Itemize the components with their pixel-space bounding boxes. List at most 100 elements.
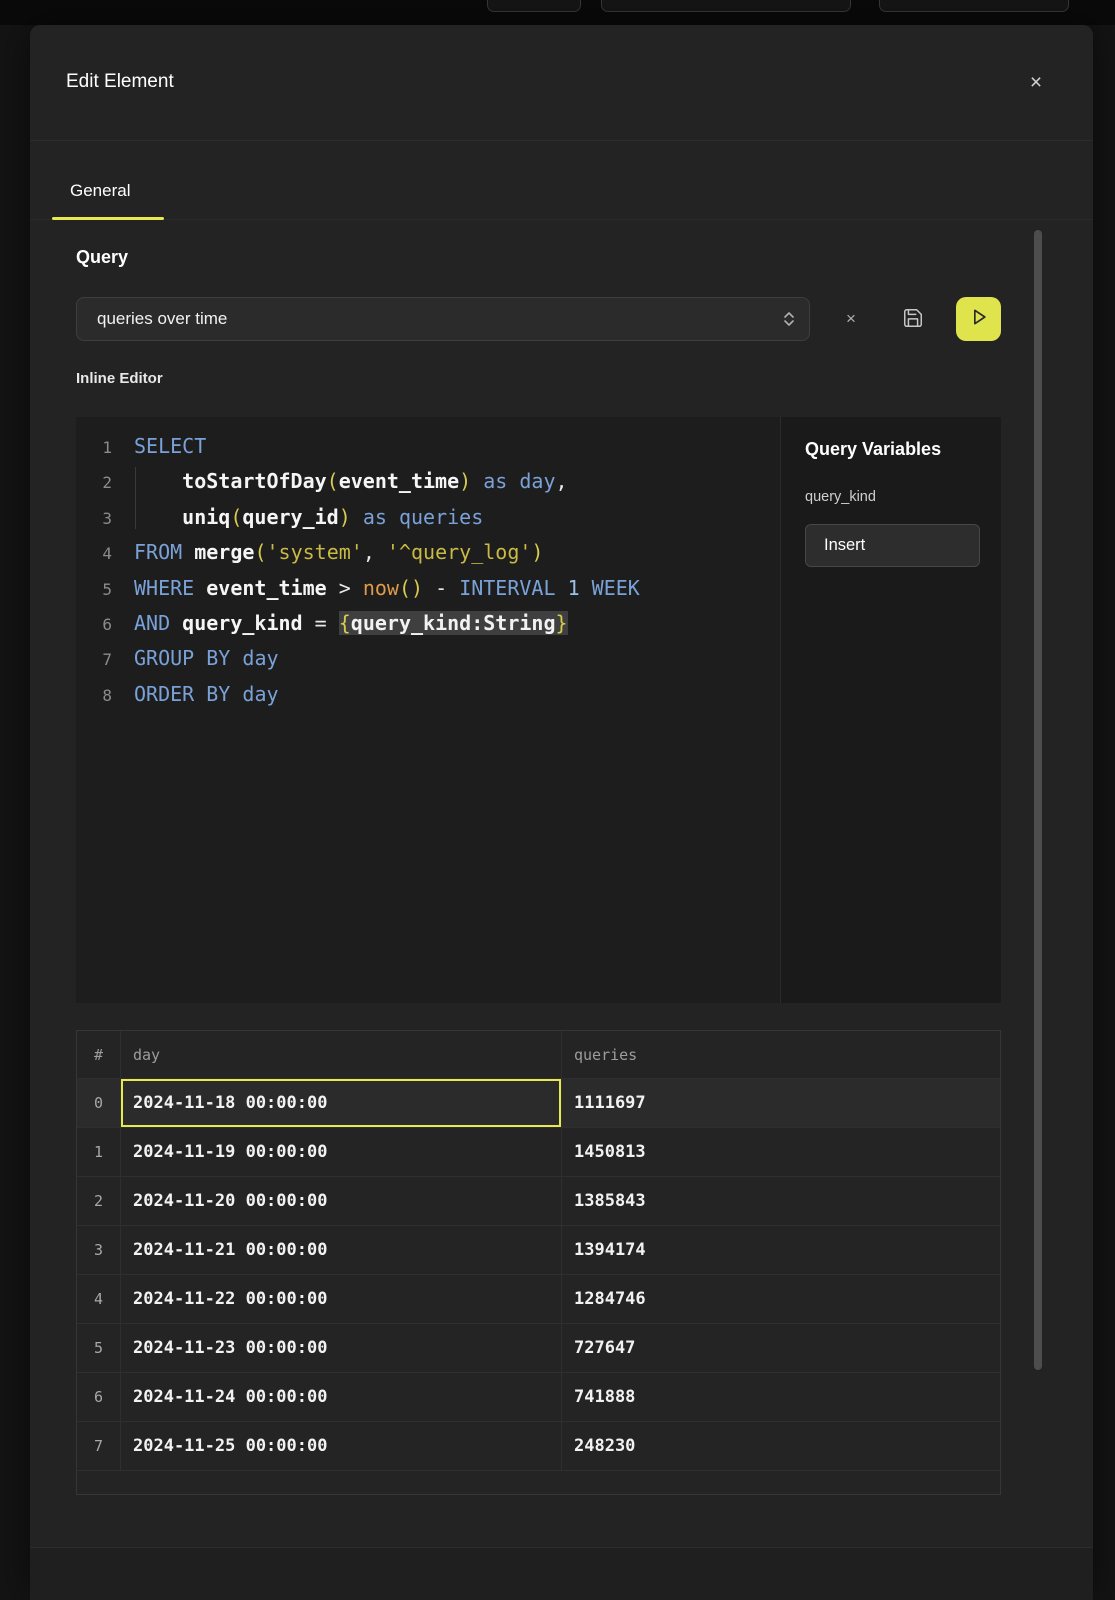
table-cell[interactable]: 741888 bbox=[562, 1373, 1000, 1421]
variable-name: query_kind bbox=[805, 489, 876, 505]
code-token: queries bbox=[399, 505, 483, 529]
modal-title: Edit Element bbox=[66, 71, 174, 93]
run-query-button[interactable] bbox=[956, 297, 1001, 341]
code-token: BY bbox=[206, 682, 230, 706]
code-token bbox=[194, 576, 206, 600]
table-cell[interactable]: 2024-11-19 00:00:00 bbox=[121, 1128, 562, 1176]
code-token: as bbox=[363, 505, 387, 529]
code-line[interactable]: 7GROUP BY day bbox=[76, 641, 780, 676]
table-cell[interactable]: 1385843 bbox=[562, 1177, 1000, 1225]
row-index-cell[interactable]: 0 bbox=[77, 1079, 121, 1127]
code-token: as bbox=[483, 469, 507, 493]
table-row[interactable]: 62024-11-24 00:00:00741888 bbox=[77, 1373, 1000, 1422]
table-cell[interactable]: 727647 bbox=[562, 1324, 1000, 1372]
row-index-cell[interactable]: 5 bbox=[77, 1324, 121, 1372]
inline-editor-label: Inline Editor bbox=[76, 370, 163, 387]
code-lines: 1SELECT2 toStartOfDay(event_time) as day… bbox=[76, 417, 780, 712]
code-line[interactable]: 6AND query_kind = {query_kind:String} bbox=[76, 606, 780, 641]
table-cell[interactable]: 1450813 bbox=[562, 1128, 1000, 1176]
code-token bbox=[327, 576, 339, 600]
chevron-up-down-icon bbox=[783, 310, 795, 333]
code-token: BY bbox=[206, 646, 230, 670]
screen: Edit Element × General Query queries ove… bbox=[0, 0, 1115, 1600]
table-cell[interactable]: 1111697 bbox=[562, 1079, 1000, 1127]
column-header: # bbox=[77, 1031, 121, 1078]
tab-general[interactable]: General bbox=[70, 181, 130, 201]
results-table-header: #dayqueries bbox=[77, 1031, 1000, 1079]
table-row[interactable]: 42024-11-22 00:00:001284746 bbox=[77, 1275, 1000, 1324]
table-row[interactable]: 22024-11-20 00:00:001385843 bbox=[77, 1177, 1000, 1226]
row-index-cell[interactable]: 2 bbox=[77, 1177, 121, 1225]
line-number: 4 bbox=[76, 536, 112, 571]
code-token: day bbox=[242, 682, 278, 706]
save-query-button[interactable] bbox=[899, 306, 927, 334]
code-token bbox=[423, 576, 435, 600]
table-footer-strip bbox=[77, 1471, 1000, 1494]
table-cell[interactable]: 2024-11-20 00:00:00 bbox=[121, 1177, 562, 1225]
code-token: ( bbox=[230, 505, 242, 529]
table-row[interactable]: 52024-11-23 00:00:00727647 bbox=[77, 1324, 1000, 1373]
query-select[interactable]: queries over time bbox=[76, 297, 810, 341]
table-cell[interactable]: 2024-11-22 00:00:00 bbox=[121, 1275, 562, 1323]
line-number: 2 bbox=[76, 465, 112, 500]
table-cell[interactable]: 2024-11-18 00:00:00 bbox=[121, 1079, 562, 1127]
table-cell[interactable]: 1394174 bbox=[562, 1226, 1000, 1274]
code-token: uniq bbox=[182, 505, 230, 529]
table-row[interactable]: 12024-11-19 00:00:001450813 bbox=[77, 1128, 1000, 1177]
background-toolbar-button bbox=[879, 0, 1069, 12]
table-row[interactable]: 02024-11-18 00:00:001111697 bbox=[77, 1079, 1000, 1128]
play-icon bbox=[969, 307, 989, 332]
scrollbar-thumb[interactable] bbox=[1034, 230, 1042, 1370]
code-line[interactable]: 3 uniq(query_id) as queries bbox=[76, 500, 780, 535]
table-cell[interactable]: 2024-11-25 00:00:00 bbox=[121, 1422, 562, 1470]
clear-query-button[interactable]: × bbox=[838, 306, 864, 332]
code-token: WEEK bbox=[592, 576, 640, 600]
code-token: merge bbox=[194, 540, 254, 564]
table-row[interactable]: 72024-11-25 00:00:00248230 bbox=[77, 1422, 1000, 1471]
code-token: ) bbox=[459, 469, 471, 493]
close-icon[interactable]: × bbox=[1022, 69, 1050, 97]
code-line[interactable]: 8ORDER BY day bbox=[76, 677, 780, 712]
query-variables-panel: Query Variables query_kind Insert bbox=[780, 417, 1001, 1003]
query-section-heading: Query bbox=[76, 247, 128, 268]
table-cell[interactable]: 2024-11-23 00:00:00 bbox=[121, 1324, 562, 1372]
code-line[interactable]: 1SELECT bbox=[76, 429, 780, 464]
code-token bbox=[471, 469, 483, 493]
row-index-cell[interactable]: 7 bbox=[77, 1422, 121, 1470]
code-area[interactable]: 1SELECT2 toStartOfDay(event_time) as day… bbox=[76, 417, 780, 1003]
insert-variable-button[interactable]: Insert bbox=[805, 524, 980, 567]
modal-footer bbox=[30, 1548, 1093, 1600]
code-token: FROM bbox=[134, 540, 182, 564]
code-line[interactable]: 5WHERE event_time > now() - INTERVAL 1 W… bbox=[76, 571, 780, 606]
row-index-cell[interactable]: 1 bbox=[77, 1128, 121, 1176]
background-topbar bbox=[0, 0, 1115, 25]
tab-active-indicator bbox=[52, 217, 164, 220]
table-cell[interactable]: 248230 bbox=[562, 1422, 1000, 1470]
code-line[interactable]: 2 toStartOfDay(event_time) as day, bbox=[76, 464, 780, 499]
column-header: day bbox=[121, 1031, 562, 1078]
results-table-body: 02024-11-18 00:00:00111169712024-11-19 0… bbox=[77, 1079, 1000, 1471]
background-toolbar-button bbox=[487, 0, 581, 12]
code-token: , bbox=[556, 469, 568, 493]
code-token: query_id bbox=[242, 505, 338, 529]
code-token bbox=[447, 576, 459, 600]
row-index-cell[interactable]: 3 bbox=[77, 1226, 121, 1274]
line-number: 5 bbox=[76, 572, 112, 607]
table-cell[interactable]: 2024-11-21 00:00:00 bbox=[121, 1226, 562, 1274]
sql-editor: 1SELECT2 toStartOfDay(event_time) as day… bbox=[76, 417, 1001, 1003]
table-row[interactable]: 32024-11-21 00:00:001394174 bbox=[77, 1226, 1000, 1275]
code-token: ) bbox=[339, 505, 351, 529]
code-token bbox=[507, 469, 519, 493]
code-token bbox=[327, 611, 339, 635]
row-index-cell[interactable]: 4 bbox=[77, 1275, 121, 1323]
code-token bbox=[387, 505, 399, 529]
code-token: ( bbox=[254, 540, 266, 564]
code-token: query_kind:String bbox=[351, 611, 556, 635]
table-cell[interactable]: 1284746 bbox=[562, 1275, 1000, 1323]
code-token: WHERE bbox=[134, 576, 194, 600]
edit-element-modal: Edit Element × General Query queries ove… bbox=[30, 25, 1093, 1600]
table-cell[interactable]: 2024-11-24 00:00:00 bbox=[121, 1373, 562, 1421]
code-token: = bbox=[315, 611, 327, 635]
code-line[interactable]: 4FROM merge('system', '^query_log') bbox=[76, 535, 780, 570]
row-index-cell[interactable]: 6 bbox=[77, 1373, 121, 1421]
